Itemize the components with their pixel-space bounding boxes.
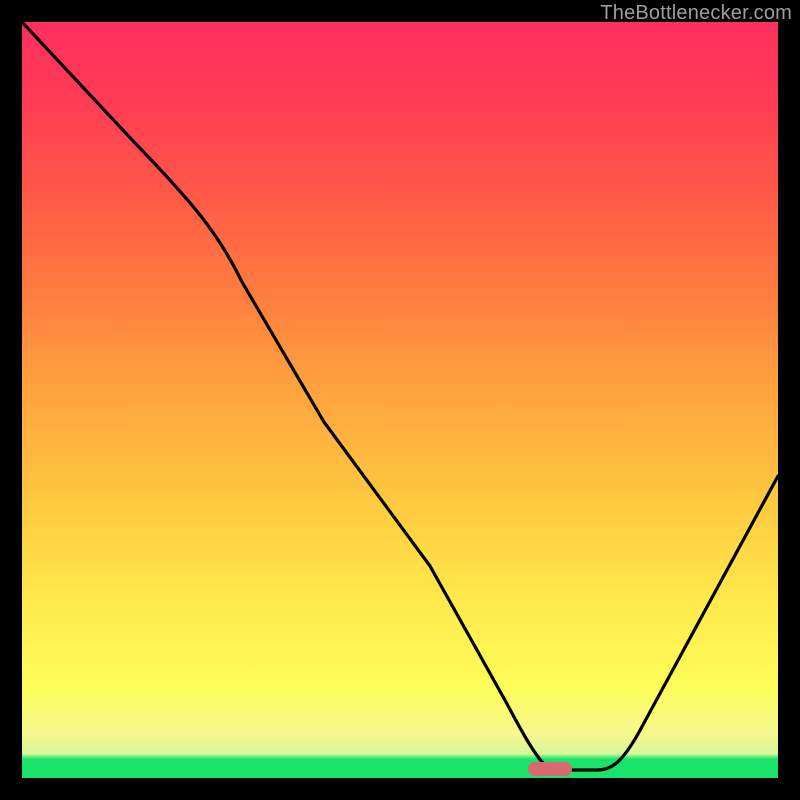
curve-path (22, 22, 778, 770)
chart-frame: TheBottlenecker.com (0, 0, 800, 800)
optimal-marker (528, 762, 572, 776)
watermark-text: TheBottlenecker.com (600, 2, 792, 25)
plot-area (22, 22, 778, 778)
bottleneck-curve (22, 22, 778, 778)
